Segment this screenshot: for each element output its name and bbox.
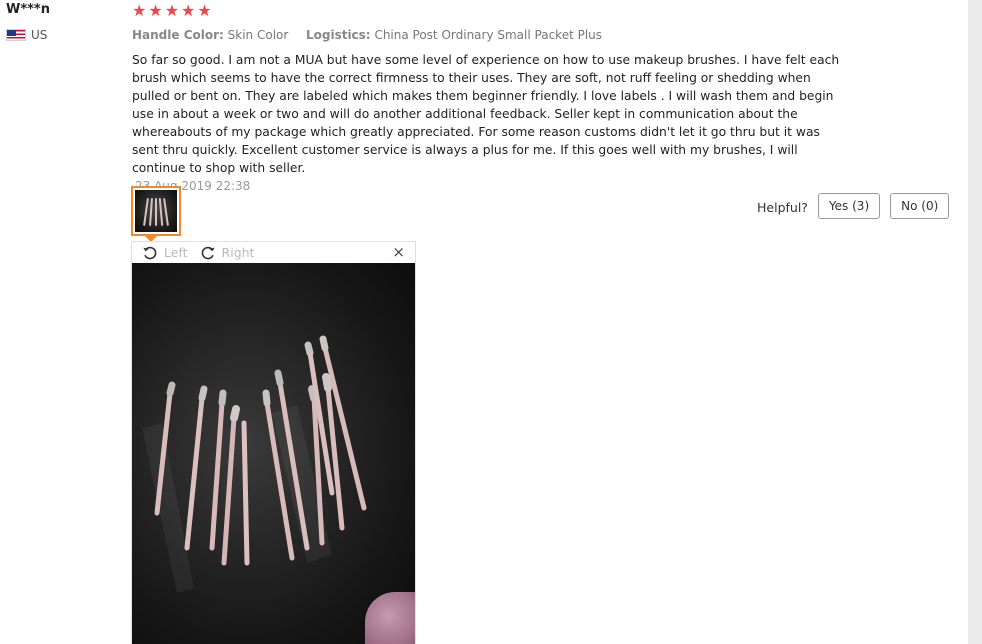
helpful-votes: Helpful? Yes (3) No (0) xyxy=(757,193,950,219)
attribute-key: Handle Color: xyxy=(132,28,224,42)
review-body: ★ ★ ★ ★ ★ Handle Color: Skin Color Logis… xyxy=(132,2,962,195)
review-photo-thumbnail[interactable] xyxy=(131,186,181,236)
brush-illustration xyxy=(142,335,367,593)
us-flag-icon xyxy=(6,29,26,41)
viewer-toolbar: Left Right × xyxy=(132,242,415,263)
helpful-label: Helpful? xyxy=(757,200,808,215)
star-icon: ★ xyxy=(164,1,180,20)
reviewer-country: US xyxy=(6,28,116,42)
star-icon: ★ xyxy=(148,1,163,20)
reviewer-name: W***n xyxy=(6,2,50,17)
star-icon: ★ xyxy=(197,1,212,20)
star-icon: ★ xyxy=(132,1,147,20)
rotate-right-icon[interactable] xyxy=(200,245,216,261)
close-icon[interactable]: × xyxy=(392,244,405,260)
country-label: US xyxy=(31,28,48,42)
helpful-yes-button[interactable]: Yes (3) xyxy=(817,193,881,219)
review-photo xyxy=(132,263,415,644)
reviewer-info: W***n US xyxy=(6,2,116,42)
star-icon: ★ xyxy=(181,1,196,20)
page-scrollbar[interactable] xyxy=(968,0,982,644)
helpful-no-button[interactable]: No (0) xyxy=(890,193,950,219)
product-attributes: Handle Color: Skin Color Logistics: Chin… xyxy=(132,27,962,43)
review-text: So far so good. I am not a MUA but have … xyxy=(132,53,840,175)
rotate-left-icon[interactable] xyxy=(142,245,158,261)
photo-viewer: Left Right × xyxy=(131,241,416,644)
attribute-key: Logistics: xyxy=(305,28,371,42)
rotate-left-label[interactable]: Left xyxy=(164,245,188,260)
attribute-value: China Post Ordinary Small Packet Plus xyxy=(374,28,603,42)
star-rating: ★ ★ ★ ★ ★ xyxy=(132,2,962,20)
thumbnail-image xyxy=(135,190,177,232)
attribute-value: Skin Color xyxy=(227,28,289,42)
rotate-right-label[interactable]: Right xyxy=(222,245,255,260)
